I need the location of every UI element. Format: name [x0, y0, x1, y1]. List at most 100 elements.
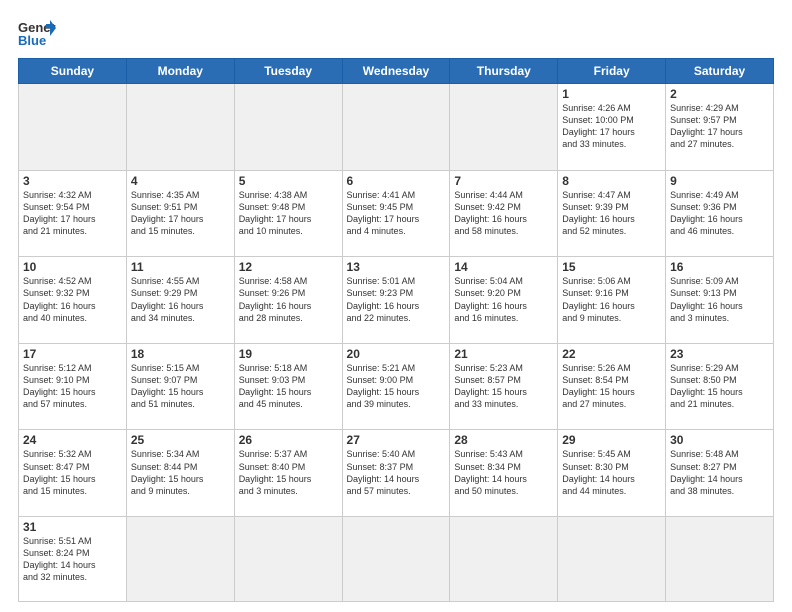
calendar-cell [234, 84, 342, 171]
day-info: Sunrise: 4:49 AM Sunset: 9:36 PM Dayligh… [670, 189, 769, 238]
calendar-cell: 4Sunrise: 4:35 AM Sunset: 9:51 PM Daylig… [126, 170, 234, 257]
calendar-week-row: 24Sunrise: 5:32 AM Sunset: 8:47 PM Dayli… [19, 430, 774, 517]
calendar-cell: 7Sunrise: 4:44 AM Sunset: 9:42 PM Daylig… [450, 170, 558, 257]
calendar-week-row: 17Sunrise: 5:12 AM Sunset: 9:10 PM Dayli… [19, 343, 774, 430]
calendar-cell: 5Sunrise: 4:38 AM Sunset: 9:48 PM Daylig… [234, 170, 342, 257]
day-info: Sunrise: 4:29 AM Sunset: 9:57 PM Dayligh… [670, 102, 769, 151]
calendar-cell: 28Sunrise: 5:43 AM Sunset: 8:34 PM Dayli… [450, 430, 558, 517]
calendar-cell [666, 517, 774, 602]
calendar-week-row: 3Sunrise: 4:32 AM Sunset: 9:54 PM Daylig… [19, 170, 774, 257]
day-info: Sunrise: 4:52 AM Sunset: 9:32 PM Dayligh… [23, 275, 122, 324]
calendar-cell: 17Sunrise: 5:12 AM Sunset: 9:10 PM Dayli… [19, 343, 127, 430]
calendar-cell [558, 517, 666, 602]
logo-icon: General Blue [18, 18, 56, 48]
logo: General Blue [18, 18, 56, 48]
weekday-header-thursday: Thursday [450, 59, 558, 84]
day-info: Sunrise: 5:01 AM Sunset: 9:23 PM Dayligh… [347, 275, 446, 324]
calendar-week-row: 31Sunrise: 5:51 AM Sunset: 8:24 PM Dayli… [19, 517, 774, 602]
day-info: Sunrise: 5:18 AM Sunset: 9:03 PM Dayligh… [239, 362, 338, 411]
calendar-cell: 26Sunrise: 5:37 AM Sunset: 8:40 PM Dayli… [234, 430, 342, 517]
day-info: Sunrise: 5:21 AM Sunset: 9:00 PM Dayligh… [347, 362, 446, 411]
calendar-cell: 6Sunrise: 4:41 AM Sunset: 9:45 PM Daylig… [342, 170, 450, 257]
calendar-cell: 3Sunrise: 4:32 AM Sunset: 9:54 PM Daylig… [19, 170, 127, 257]
day-info: Sunrise: 5:29 AM Sunset: 8:50 PM Dayligh… [670, 362, 769, 411]
day-number: 23 [670, 347, 769, 361]
calendar-cell: 15Sunrise: 5:06 AM Sunset: 9:16 PM Dayli… [558, 257, 666, 344]
calendar-cell: 23Sunrise: 5:29 AM Sunset: 8:50 PM Dayli… [666, 343, 774, 430]
calendar-cell: 11Sunrise: 4:55 AM Sunset: 9:29 PM Dayli… [126, 257, 234, 344]
calendar-cell: 12Sunrise: 4:58 AM Sunset: 9:26 PM Dayli… [234, 257, 342, 344]
calendar-cell: 25Sunrise: 5:34 AM Sunset: 8:44 PM Dayli… [126, 430, 234, 517]
calendar-cell [342, 84, 450, 171]
day-number: 26 [239, 433, 338, 447]
day-number: 2 [670, 87, 769, 101]
day-info: Sunrise: 4:47 AM Sunset: 9:39 PM Dayligh… [562, 189, 661, 238]
calendar-cell [126, 84, 234, 171]
calendar-cell [450, 84, 558, 171]
day-info: Sunrise: 5:04 AM Sunset: 9:20 PM Dayligh… [454, 275, 553, 324]
day-number: 6 [347, 174, 446, 188]
day-number: 9 [670, 174, 769, 188]
weekday-header-monday: Monday [126, 59, 234, 84]
day-number: 1 [562, 87, 661, 101]
day-info: Sunrise: 5:12 AM Sunset: 9:10 PM Dayligh… [23, 362, 122, 411]
day-info: Sunrise: 5:48 AM Sunset: 8:27 PM Dayligh… [670, 448, 769, 497]
day-info: Sunrise: 5:40 AM Sunset: 8:37 PM Dayligh… [347, 448, 446, 497]
day-number: 16 [670, 260, 769, 274]
day-number: 20 [347, 347, 446, 361]
day-info: Sunrise: 5:32 AM Sunset: 8:47 PM Dayligh… [23, 448, 122, 497]
day-info: Sunrise: 5:45 AM Sunset: 8:30 PM Dayligh… [562, 448, 661, 497]
calendar-cell: 8Sunrise: 4:47 AM Sunset: 9:39 PM Daylig… [558, 170, 666, 257]
calendar-cell: 13Sunrise: 5:01 AM Sunset: 9:23 PM Dayli… [342, 257, 450, 344]
day-number: 31 [23, 520, 122, 534]
calendar-cell [234, 517, 342, 602]
calendar-cell: 30Sunrise: 5:48 AM Sunset: 8:27 PM Dayli… [666, 430, 774, 517]
calendar-cell: 2Sunrise: 4:29 AM Sunset: 9:57 PM Daylig… [666, 84, 774, 171]
day-info: Sunrise: 5:37 AM Sunset: 8:40 PM Dayligh… [239, 448, 338, 497]
day-number: 7 [454, 174, 553, 188]
calendar-cell: 20Sunrise: 5:21 AM Sunset: 9:00 PM Dayli… [342, 343, 450, 430]
day-number: 4 [131, 174, 230, 188]
day-number: 14 [454, 260, 553, 274]
day-info: Sunrise: 5:51 AM Sunset: 8:24 PM Dayligh… [23, 535, 122, 584]
day-number: 3 [23, 174, 122, 188]
page: General Blue SundayMondayTuesdayWednesda… [0, 0, 792, 612]
day-number: 18 [131, 347, 230, 361]
day-info: Sunrise: 4:26 AM Sunset: 10:00 PM Daylig… [562, 102, 661, 151]
calendar-cell: 21Sunrise: 5:23 AM Sunset: 8:57 PM Dayli… [450, 343, 558, 430]
day-number: 30 [670, 433, 769, 447]
day-number: 17 [23, 347, 122, 361]
day-info: Sunrise: 5:15 AM Sunset: 9:07 PM Dayligh… [131, 362, 230, 411]
calendar-cell [19, 84, 127, 171]
calendar-cell: 18Sunrise: 5:15 AM Sunset: 9:07 PM Dayli… [126, 343, 234, 430]
svg-text:Blue: Blue [18, 33, 46, 48]
calendar-week-row: 10Sunrise: 4:52 AM Sunset: 9:32 PM Dayli… [19, 257, 774, 344]
day-info: Sunrise: 4:32 AM Sunset: 9:54 PM Dayligh… [23, 189, 122, 238]
day-number: 22 [562, 347, 661, 361]
day-info: Sunrise: 5:43 AM Sunset: 8:34 PM Dayligh… [454, 448, 553, 497]
day-number: 25 [131, 433, 230, 447]
day-info: Sunrise: 4:58 AM Sunset: 9:26 PM Dayligh… [239, 275, 338, 324]
day-info: Sunrise: 5:23 AM Sunset: 8:57 PM Dayligh… [454, 362, 553, 411]
day-info: Sunrise: 4:44 AM Sunset: 9:42 PM Dayligh… [454, 189, 553, 238]
calendar-cell: 27Sunrise: 5:40 AM Sunset: 8:37 PM Dayli… [342, 430, 450, 517]
header: General Blue [18, 18, 774, 48]
calendar-cell: 1Sunrise: 4:26 AM Sunset: 10:00 PM Dayli… [558, 84, 666, 171]
calendar-cell: 31Sunrise: 5:51 AM Sunset: 8:24 PM Dayli… [19, 517, 127, 602]
calendar-cell: 24Sunrise: 5:32 AM Sunset: 8:47 PM Dayli… [19, 430, 127, 517]
calendar-cell: 19Sunrise: 5:18 AM Sunset: 9:03 PM Dayli… [234, 343, 342, 430]
day-number: 8 [562, 174, 661, 188]
weekday-header-saturday: Saturday [666, 59, 774, 84]
day-info: Sunrise: 4:41 AM Sunset: 9:45 PM Dayligh… [347, 189, 446, 238]
day-info: Sunrise: 4:38 AM Sunset: 9:48 PM Dayligh… [239, 189, 338, 238]
day-info: Sunrise: 5:34 AM Sunset: 8:44 PM Dayligh… [131, 448, 230, 497]
weekday-header-row: SundayMondayTuesdayWednesdayThursdayFrid… [19, 59, 774, 84]
day-number: 11 [131, 260, 230, 274]
day-number: 24 [23, 433, 122, 447]
day-number: 13 [347, 260, 446, 274]
calendar-cell: 9Sunrise: 4:49 AM Sunset: 9:36 PM Daylig… [666, 170, 774, 257]
day-number: 28 [454, 433, 553, 447]
day-number: 10 [23, 260, 122, 274]
day-info: Sunrise: 4:55 AM Sunset: 9:29 PM Dayligh… [131, 275, 230, 324]
calendar-cell: 10Sunrise: 4:52 AM Sunset: 9:32 PM Dayli… [19, 257, 127, 344]
